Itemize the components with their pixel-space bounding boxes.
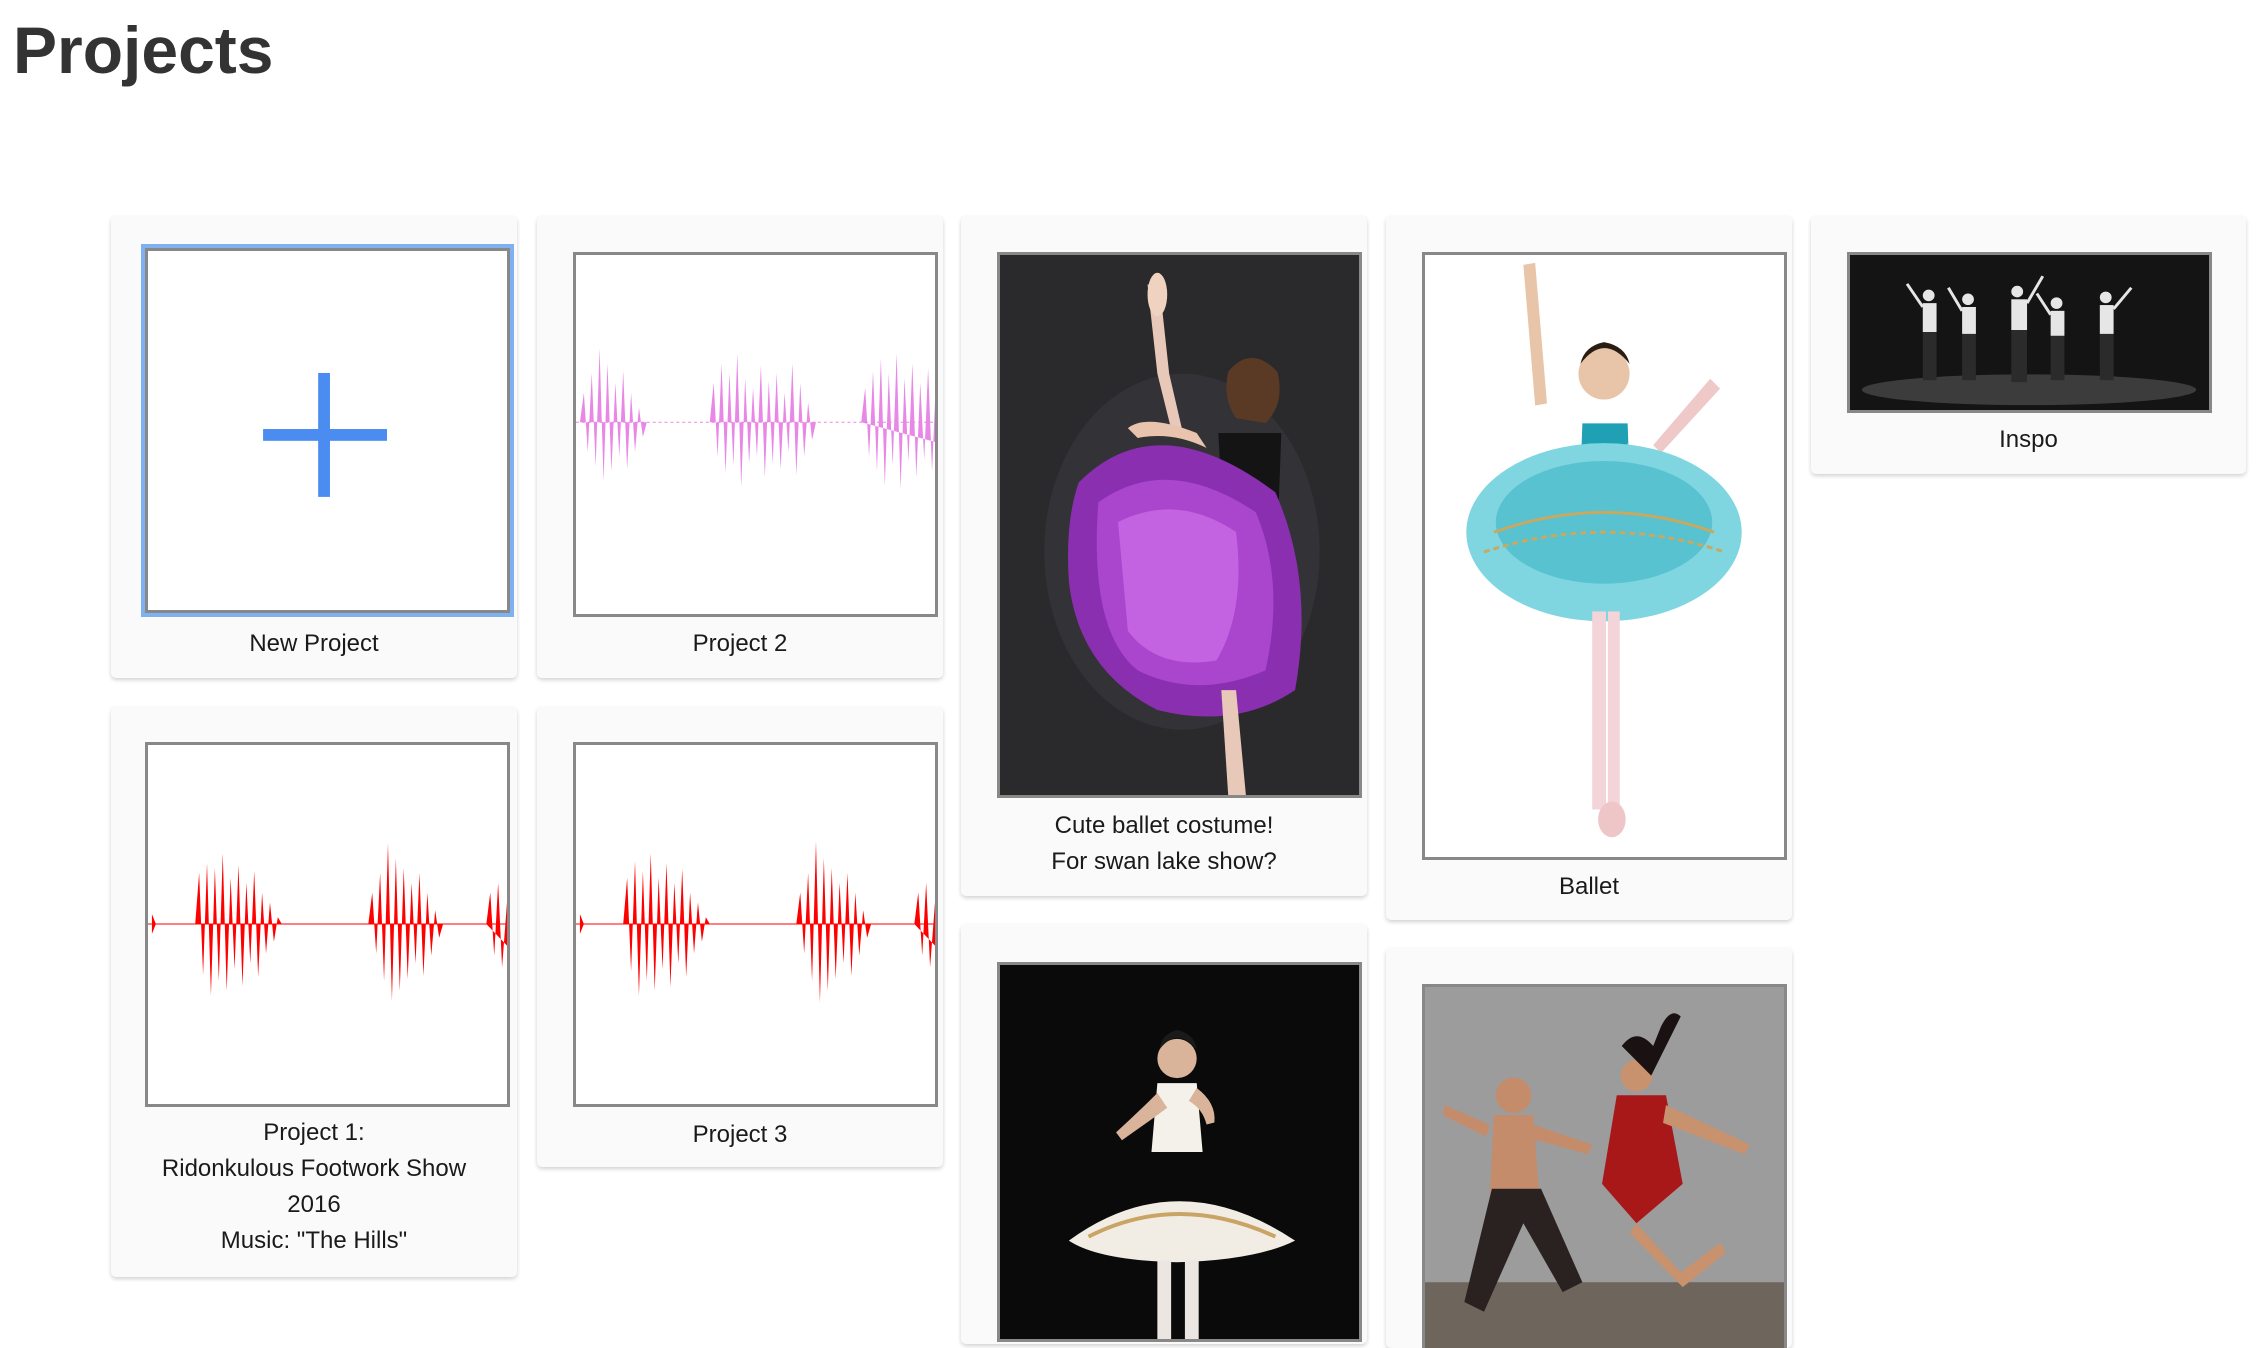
caption-line: Project 2	[692, 630, 788, 657]
card-caption: Cute ballet costume! For swan lake show?	[961, 808, 1367, 880]
project-2-thumbnail[interactable]	[573, 252, 938, 617]
card-caption: Ballet	[1386, 869, 1792, 905]
caption-line: 2016	[287, 1191, 341, 1218]
project-1-thumbnail[interactable]	[145, 742, 510, 1107]
inspo-thumbnail[interactable]	[1847, 252, 2212, 413]
costume-thumbnail[interactable]	[997, 252, 1362, 798]
dance-duo-photo	[1425, 987, 1784, 1348]
ballerina-turquoise-tutu-photo	[1425, 255, 1784, 857]
caption-line: Project 3	[692, 1121, 788, 1148]
dance-duo-card[interactable]	[1386, 948, 1792, 1348]
caption-line: Ballet	[1558, 873, 1620, 900]
inspo-card[interactable]: Inspo	[1811, 216, 2246, 474]
card-caption: Project 2	[537, 626, 943, 662]
new-project-card[interactable]: New Project	[111, 216, 517, 678]
card-caption: Inspo	[1811, 422, 2246, 458]
white-tutu-card[interactable]	[961, 924, 1367, 1344]
project-2-card[interactable]: Project 2	[537, 216, 943, 678]
caption-line: Ridonkulous Footwork Show	[161, 1155, 467, 1182]
project-3-card[interactable]: Project 3	[537, 707, 943, 1167]
pink-waveform	[576, 348, 935, 490]
new-project-thumbnail[interactable]	[145, 248, 510, 613]
caption-line: For swan lake show?	[1051, 848, 1277, 875]
ballerina-white-tutu-photo	[1000, 965, 1359, 1339]
caption-line: Project 1:	[263, 1119, 365, 1146]
costume-card[interactable]: Cute ballet costume! For swan lake show?	[961, 216, 1367, 896]
caption-line: Music: "The Hills"	[220, 1227, 408, 1254]
card-caption: Project 3	[537, 1117, 943, 1153]
card-caption: Project 1: Ridonkulous Footwork Show 201…	[111, 1115, 517, 1259]
caption-line: New Project	[249, 630, 379, 657]
red-waveform	[576, 841, 935, 1003]
dance-duo-thumbnail[interactable]	[1422, 984, 1787, 1348]
page-title: Projects	[13, 13, 274, 87]
plus-icon	[263, 372, 388, 497]
red-waveform	[148, 843, 507, 1001]
ballerina-purple-tutu-photo	[1000, 255, 1359, 795]
caption-line: Cute ballet costume!	[1054, 812, 1274, 839]
project-3-thumbnail[interactable]	[573, 742, 938, 1107]
project-1-card[interactable]: Project 1: Ridonkulous Footwork Show 201…	[111, 707, 517, 1277]
dance-group-stage-photo	[1850, 255, 2209, 410]
caption-line: Inspo	[1999, 426, 2058, 453]
ballet-card[interactable]: Ballet	[1386, 216, 1792, 920]
ballet-thumbnail[interactable]	[1422, 252, 1787, 860]
card-caption: New Project	[111, 626, 517, 662]
white-tutu-thumbnail[interactable]	[997, 962, 1362, 1342]
